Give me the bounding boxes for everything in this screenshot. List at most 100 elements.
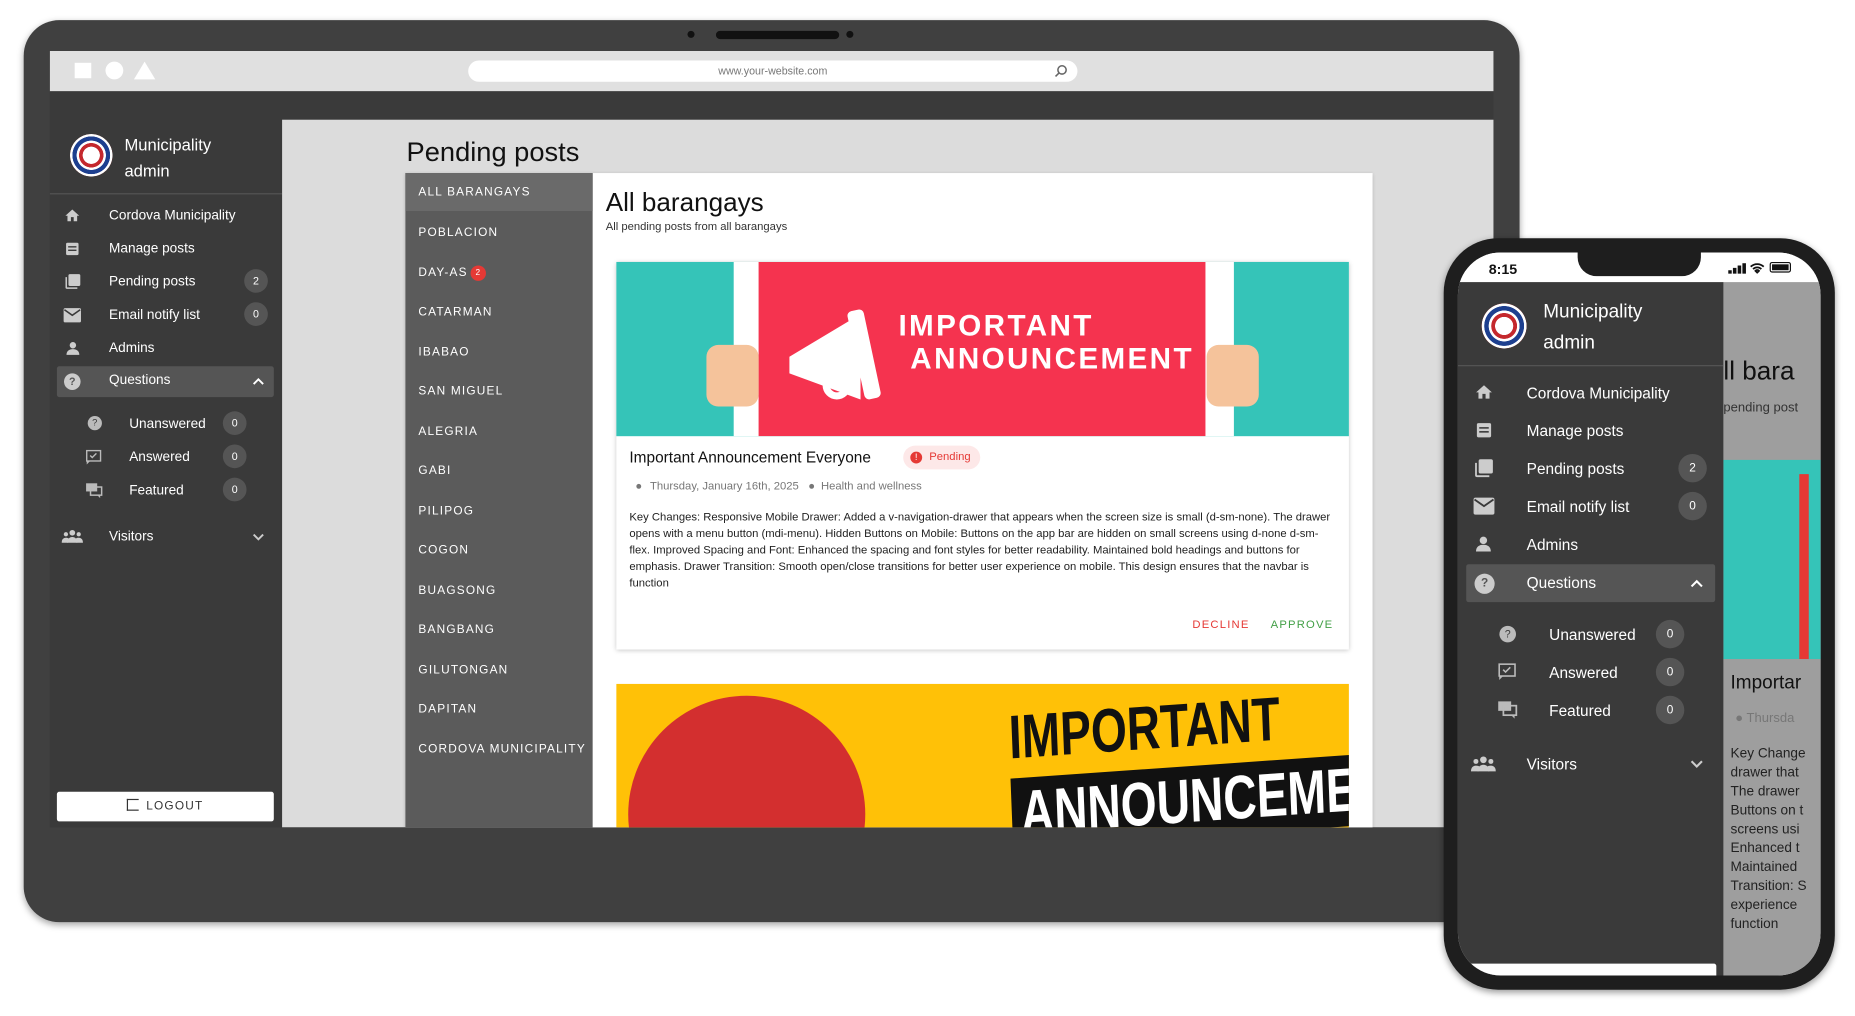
sidebar-item-questions[interactable]: ? Questions [56, 366, 274, 398]
decline-button[interactable]: DECLINE [1192, 619, 1249, 632]
sidebar-item-cordova[interactable]: Cordova Municipality [50, 205, 282, 226]
divider [1457, 365, 1724, 367]
logout-label: LOGOUT [146, 800, 204, 814]
tab-day-as[interactable]: DAY-AS 2 [418, 265, 486, 281]
day-as-badge: 2 [470, 265, 486, 281]
sidebar-item-label: Answered [129, 450, 190, 465]
tab-gilutongan[interactable]: GILUTONGAN [418, 664, 508, 677]
browser-gap [49, 91, 1494, 120]
drawer-item-featured[interactable]: Featured 0 [1458, 695, 1724, 725]
tab-catarman[interactable]: CATARMAN [418, 306, 492, 319]
square-icon [74, 62, 92, 79]
phone-screen: 8:15 ll bara pending post Importar ● Thu… [1457, 252, 1821, 976]
post-card: IMPORTANT ANNOUNCEMENT Important Announc… [616, 261, 1349, 650]
post-date: Thursday, January 16th, 2025 [650, 480, 799, 494]
peek-line: drawer that [1730, 765, 1799, 780]
peek-body: Key Change drawer that The drawer Button… [1731, 744, 1807, 934]
pending-count-badge: 2 [244, 269, 268, 293]
unanswered-count-badge: 0 [1655, 619, 1685, 649]
chevron-down-icon [252, 533, 264, 541]
tab-alegria[interactable]: ALEGRIA [418, 426, 478, 439]
person-icon [1475, 536, 1491, 552]
peek-line: Maintained [1730, 860, 1798, 875]
sidebar-title-line1: Municipality [124, 135, 212, 155]
logout-button[interactable]: LOGOUT [56, 791, 274, 822]
sidebar-item-email-notify[interactable]: Email notify list 0 [50, 302, 282, 326]
sidebar-item-pending-posts[interactable]: Pending posts 2 [50, 269, 282, 293]
tab-label: DAY-AS [418, 266, 468, 280]
drawer-title: Municipality admin [1543, 298, 1642, 360]
peek-line: function [1730, 917, 1779, 932]
page-title: Pending posts [406, 136, 580, 168]
sidebar-item-label: Manage posts [109, 241, 195, 257]
sidebar-item-answered[interactable]: Answered 0 [50, 444, 282, 469]
sidebar-item-visitors[interactable]: Visitors [50, 526, 282, 547]
tab-dapitan[interactable]: DAPITAN [418, 703, 477, 716]
drawer-logout-button[interactable] [1467, 963, 1717, 976]
tab-cogon[interactable]: COGON [418, 544, 469, 557]
url-bar[interactable]: www.your-website.com [468, 60, 1078, 82]
post-category: Health and wellness [821, 480, 922, 494]
tab-san-miguel[interactable]: SAN MIGUEL [418, 385, 503, 398]
drawer-item-answered[interactable]: Answered 0 [1458, 657, 1724, 687]
group-icon [61, 529, 83, 543]
email-count-badge: 0 [1678, 491, 1707, 521]
sidebar-title-line2: admin [124, 161, 170, 181]
search-icon[interactable] [1054, 64, 1068, 78]
sidebar-item-admins[interactable]: Admins [50, 338, 282, 359]
chevron-down-icon [1690, 760, 1703, 768]
tab-bangbang[interactable]: BANGBANG [418, 623, 495, 636]
drawer-item-email-notify[interactable]: Email notify list 0 [1458, 491, 1724, 521]
status-label: Pending [929, 450, 971, 464]
banner-line2: ANNOUNCEMENT [910, 342, 1194, 376]
drawer-item-manage-posts[interactable]: Manage posts [1458, 417, 1724, 443]
forum-icon [1498, 701, 1518, 719]
post-meta: ● Thursday, January 16th, 2025 ● Health an… [635, 480, 922, 494]
tab-buagsong[interactable]: BUAGSONG [418, 584, 496, 597]
tab-all-barangays[interactable]: ALL BARANGAYS [418, 186, 530, 199]
sidebar-item-label: Visitors [109, 529, 154, 545]
drawer-item-cordova[interactable]: Cordova Municipality [1458, 379, 1724, 405]
drawer-item-label: Cordova Municipality [1526, 383, 1670, 402]
signal-icon [1728, 263, 1746, 274]
municipality-logo [69, 133, 113, 177]
question-mark-icon: ? [87, 416, 102, 431]
approve-button[interactable]: APPROVE [1271, 619, 1334, 632]
drawer-item-label: Featured [1549, 701, 1611, 719]
drawer-item-label: Pending posts [1526, 459, 1625, 478]
drawer-item-pending-posts[interactable]: Pending posts 2 [1458, 453, 1724, 483]
section-subheading: All pending posts from all barangays [605, 220, 788, 234]
sidebar-item-unanswered[interactable]: ? Unanswered 0 [50, 411, 282, 436]
drawer-item-admins[interactable]: Admins [1458, 531, 1724, 557]
sidebar: Municipality admin Cordova Municipality … [49, 119, 283, 828]
status-badge: ! Pending [903, 445, 981, 470]
camera-dot [687, 30, 695, 38]
email-count-badge: 0 [244, 302, 268, 326]
tab-gabi[interactable]: GABI [418, 465, 451, 478]
answered-count-badge: 0 [1655, 657, 1685, 687]
tab-ibabao[interactable]: IBABAO [418, 346, 469, 359]
peek-line: Buttons on t [1730, 803, 1804, 818]
alert-icon: ! [910, 451, 923, 464]
tab-cordova-municipality[interactable]: CORDOVA MUNICIPALITY [418, 743, 586, 756]
phone-drawer: Municipality admin Cordova Municipality … [1457, 282, 1724, 976]
home-icon [1476, 385, 1492, 399]
drawer-item-visitors[interactable]: Visitors [1458, 750, 1724, 776]
phone-frame: 8:15 ll bara pending post Importar ● Thu… [1443, 238, 1835, 990]
peek-line: Transition: S [1730, 879, 1807, 894]
wifi-icon [1750, 263, 1765, 274]
post-banner-image: IMPORTANT ANNOUNCEMENT [616, 261, 1349, 437]
drawer-item-unanswered[interactable]: ? Unanswered 0 [1458, 619, 1724, 649]
peek-title: Importar [1730, 673, 1802, 694]
sidebar-item-featured[interactable]: Featured 0 [50, 477, 282, 502]
phone-time: 8:15 [1488, 260, 1518, 278]
phone-notch [1577, 252, 1701, 277]
tab-pilipog[interactable]: PILIPOG [418, 505, 474, 518]
tab-poblacion[interactable]: POBLACION [418, 226, 498, 239]
banner-text: IMPORTANT ANNOUNCEMENT [898, 309, 1193, 375]
sidebar-item-manage-posts[interactable]: Manage posts [50, 238, 282, 259]
drawer-item-questions[interactable]: ? Questions [1466, 564, 1716, 603]
megaphone-shape [628, 695, 866, 828]
url-text: www.your-website.com [718, 65, 828, 78]
drawer-item-label: Visitors [1526, 754, 1577, 773]
